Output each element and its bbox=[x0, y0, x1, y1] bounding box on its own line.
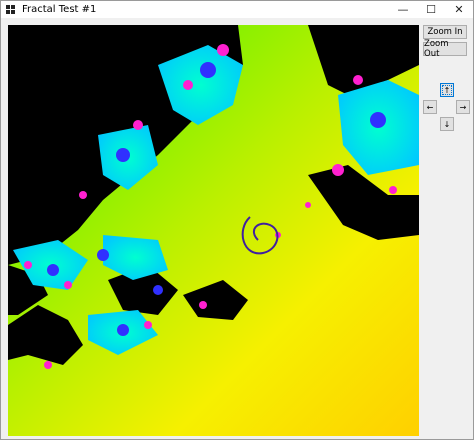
zoom-in-button[interactable]: Zoom In bbox=[423, 25, 467, 39]
title-bar[interactable]: Fractal Test #1 — ☐ ✕ bbox=[1, 1, 473, 18]
fractal-image bbox=[8, 25, 419, 436]
pan-left-button[interactable]: ← bbox=[423, 100, 437, 114]
main-window: Fractal Test #1 — ☐ ✕ Zoom In Zoom Out ↑… bbox=[0, 0, 474, 440]
zoom-out-button[interactable]: Zoom Out bbox=[423, 39, 467, 59]
window-controls: — ☐ ✕ bbox=[389, 1, 473, 18]
maximize-button[interactable]: ☐ bbox=[417, 1, 445, 18]
app-icon bbox=[6, 4, 16, 15]
pan-down-button[interactable]: ↓ bbox=[440, 117, 454, 131]
pan-right-button[interactable]: → bbox=[456, 100, 470, 114]
window-title: Fractal Test #1 bbox=[22, 4, 97, 15]
fractal-canvas[interactable] bbox=[8, 25, 419, 436]
close-button[interactable]: ✕ bbox=[445, 1, 473, 18]
pan-up-button[interactable]: ↑ bbox=[440, 83, 454, 97]
minimize-button[interactable]: — bbox=[389, 1, 417, 18]
